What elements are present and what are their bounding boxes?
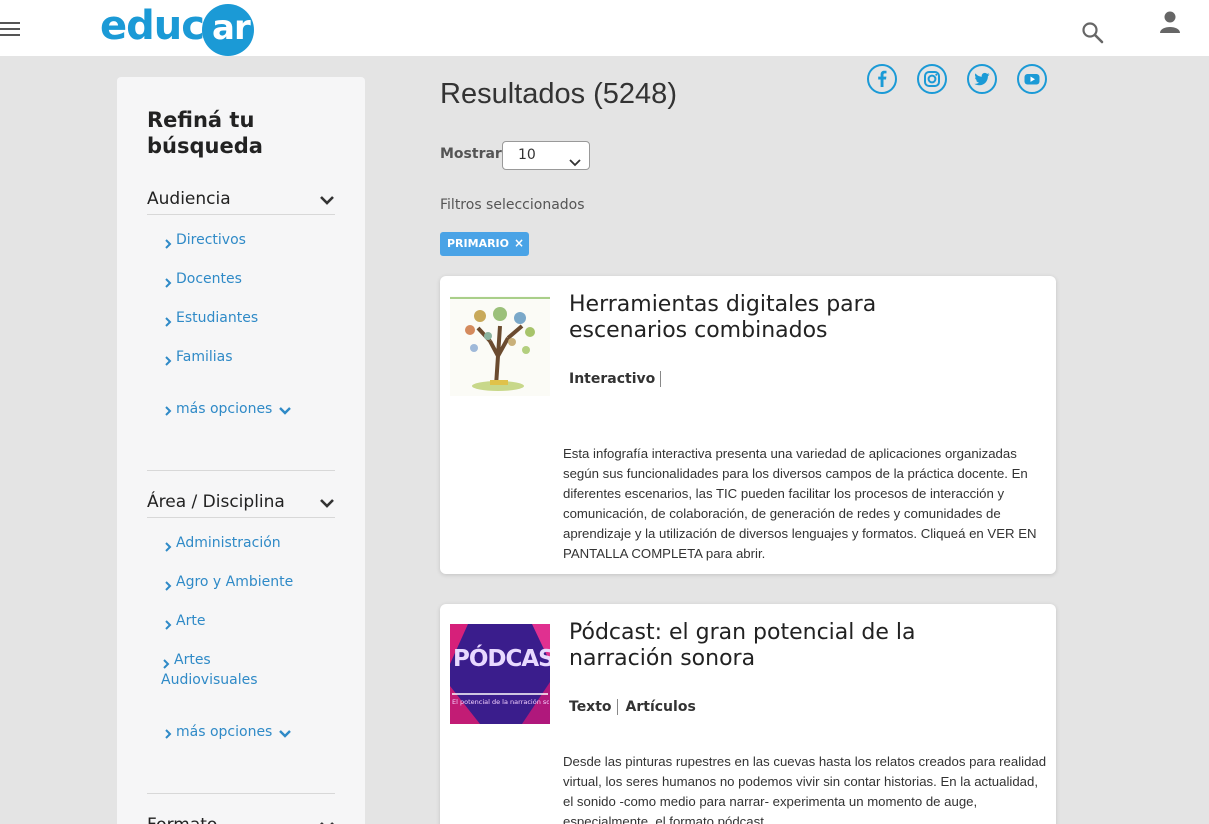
sidebar-item-label: Arte: [176, 613, 206, 629]
hamburger-icon[interactable]: [0, 22, 22, 38]
chevron-down-icon[interactable]: [319, 494, 335, 508]
youtube-icon[interactable]: [1017, 64, 1047, 94]
sidebar-item-docentes[interactable]: Docentes: [163, 269, 313, 289]
tag-separator: [660, 371, 662, 387]
sidebar-item-label: Administración: [176, 535, 281, 551]
tag-separator: [616, 699, 618, 715]
result-tag: Interactivo: [569, 371, 656, 387]
top-header: educ ar: [0, 0, 1209, 56]
results-title: Resultados (5248): [440, 78, 677, 110]
result-description: Desde las pinturas rupestres en las cuev…: [563, 754, 1047, 824]
chevron-right-icon: [163, 404, 173, 416]
user-icon[interactable]: [1158, 10, 1182, 36]
result-tag: Artículos: [625, 699, 696, 715]
result-tag: Texto: [569, 699, 612, 715]
result-description: Esta infografía interactiva presenta una…: [563, 446, 1037, 561]
chevron-down-icon[interactable]: [319, 191, 335, 205]
result-thumbnail[interactable]: [450, 296, 550, 396]
results-per-page-select[interactable]: 10: [502, 141, 590, 170]
sidebar-item-administracion[interactable]: Administración: [163, 533, 313, 553]
sidebar-item-label: Estudiantes: [176, 310, 259, 326]
more-options-audiencia[interactable]: más opciones: [163, 401, 292, 417]
chevron-right-icon: [161, 655, 171, 669]
more-options-label: más opciones: [176, 724, 273, 740]
filter-chip-label: PRIMARIO: [447, 237, 509, 250]
instagram-icon[interactable]: [917, 64, 947, 94]
chevron-right-icon: [163, 727, 173, 739]
twitter-icon[interactable]: [967, 64, 997, 94]
result-title[interactable]: Pódcast: el gran potencial de la narraci…: [569, 620, 929, 672]
filter-chip[interactable]: PRIMARIO ×: [440, 232, 529, 256]
chevron-right-icon: [163, 538, 173, 552]
more-options-area[interactable]: más opciones: [163, 724, 292, 740]
chevron-down-icon: [278, 727, 292, 738]
sidebar-item-directivos[interactable]: Directivos: [163, 230, 313, 250]
chevron-right-icon: [163, 274, 173, 288]
sidebar-item-artes-audiovisuales[interactable]: Artes Audiovisuales: [161, 650, 271, 690]
refine-sidebar: Refiná tu búsqueda Audiencia Directivos …: [117, 77, 365, 824]
select-value: 10: [518, 147, 536, 163]
chevron-right-icon: [163, 616, 173, 630]
chevron-down-icon: [569, 152, 581, 167]
thumb-title: PÓDCAST: [453, 646, 550, 672]
sidebar-item-agro[interactable]: Agro y Ambiente: [163, 572, 313, 592]
sidebar-item-label: Docentes: [176, 271, 242, 287]
sidebar-item-label: Artes Audiovisuales: [161, 652, 258, 688]
sidebar-item-label: Directivos: [176, 232, 246, 248]
chevron-right-icon: [163, 313, 173, 327]
logo-badge: ar: [202, 4, 254, 56]
chevron-down-icon: [278, 404, 292, 415]
sidebar-title: Refiná tu búsqueda: [147, 108, 263, 158]
sidebar-item-arte[interactable]: Arte: [163, 611, 313, 631]
section-area-header[interactable]: Área / Disciplina: [147, 484, 335, 518]
sidebar-item-estudiantes[interactable]: Estudiantes: [163, 308, 313, 328]
section-label: Área / Disciplina: [147, 492, 285, 512]
result-thumbnail[interactable]: PÓDCAST El potencial de la narración son…: [450, 624, 550, 724]
selected-filters-label: Filtros seleccionados: [440, 197, 585, 213]
section-label: Formato: [147, 815, 217, 824]
logo-badge-text: ar: [212, 8, 251, 48]
section-formato-header[interactable]: Formato: [147, 807, 335, 824]
chevron-right-icon: [163, 577, 173, 591]
chevron-right-icon: [163, 235, 173, 249]
thumb-subtitle: El potencial de la narración sonora: [452, 698, 549, 706]
sidebar-item-label: Agro y Ambiente: [176, 574, 294, 590]
result-tags: Interactivo: [569, 371, 669, 387]
result-title[interactable]: Herramientas digitales para escenarios c…: [569, 292, 929, 344]
facebook-icon[interactable]: [867, 64, 897, 94]
show-label: Mostrar: [440, 146, 502, 162]
divider: [147, 793, 335, 794]
section-label: Audiencia: [147, 189, 231, 209]
sidebar-item-familias[interactable]: Familias: [163, 347, 313, 367]
result-tags: Texto Artículos: [569, 699, 696, 715]
close-icon[interactable]: ×: [514, 236, 524, 250]
section-audiencia-header[interactable]: Audiencia: [147, 181, 335, 215]
result-card[interactable]: Herramientas digitales para escenarios c…: [440, 276, 1056, 574]
logo-text: educ: [100, 3, 205, 49]
sidebar-item-label: Familias: [176, 349, 233, 365]
result-card[interactable]: PÓDCAST El potencial de la narración son…: [440, 604, 1056, 824]
search-icon[interactable]: [1080, 20, 1106, 46]
divider: [147, 470, 335, 471]
more-options-label: más opciones: [176, 401, 273, 417]
chevron-down-icon[interactable]: [319, 817, 335, 824]
chevron-right-icon: [163, 352, 173, 366]
